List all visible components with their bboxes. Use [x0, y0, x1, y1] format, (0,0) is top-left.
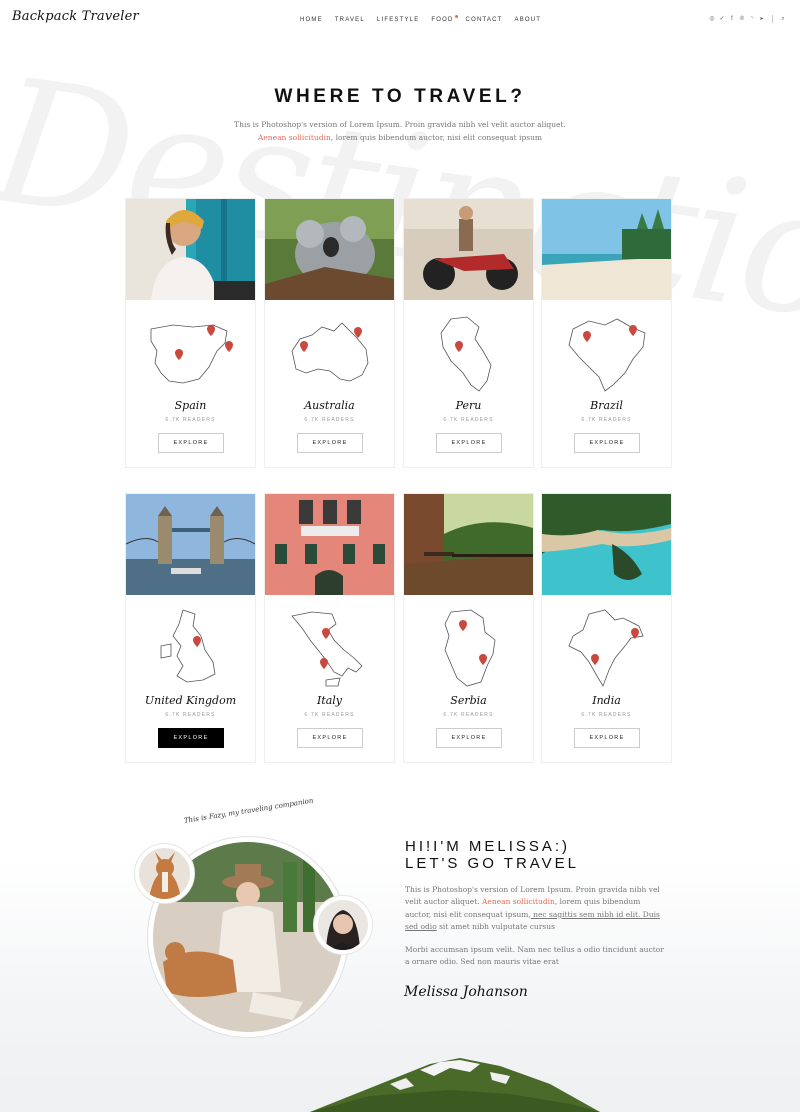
explore-button[interactable]: EXPLORE: [574, 728, 640, 748]
nav-home[interactable]: HOME: [300, 17, 323, 23]
readers-count: 6.7K READERS: [165, 712, 216, 718]
brazil-map: [568, 318, 646, 392]
explore-button[interactable]: EXPLORE: [297, 728, 363, 748]
readers-count: 6.7K READERS: [165, 417, 216, 423]
serbia-map: [444, 609, 496, 687]
signature: Melissa Johanson: [404, 984, 528, 1000]
nav-food[interactable]: FOOD: [431, 15, 458, 23]
country-name: India: [592, 694, 621, 707]
destination-card-italy: Italy 6.7K READERS EXPLORE: [264, 493, 395, 763]
card-photo[interactable]: [265, 199, 394, 300]
readers-count: 6.7K READERS: [581, 712, 632, 718]
facebook-icon[interactable]: f: [729, 15, 735, 23]
section-description: This is Photoshop's version of Lorem Ips…: [200, 118, 600, 144]
readers-count: 6.7K READERS: [581, 417, 632, 423]
country-name: Australia: [304, 399, 355, 412]
spain-map: [150, 324, 233, 384]
site-header: Backpack Traveler HOME TRAVEL LIFESTYLE …: [0, 0, 800, 42]
about-title: HI!I'M MELISSA:) LET'S GO TRAVEL: [405, 838, 579, 872]
site-logo[interactable]: Backpack Traveler: [12, 9, 139, 24]
destination-card-peru: Peru 6.7K READERS EXPLORE: [403, 198, 534, 468]
readers-count: 6.7K READERS: [304, 417, 355, 423]
explore-button[interactable]: EXPLORE: [436, 433, 502, 453]
readers-count: 6.7K READERS: [304, 712, 355, 718]
explore-button[interactable]: EXPLORE: [436, 728, 502, 748]
card-photo[interactable]: [542, 199, 671, 300]
about-title-line-1: HI!I'M MELISSA:): [405, 838, 571, 855]
about-p1-c: sit amet nibh vulputate cursus: [436, 922, 555, 932]
explore-button[interactable]: EXPLORE: [297, 433, 363, 453]
dog-photo: [139, 848, 190, 899]
explore-button[interactable]: EXPLORE: [158, 728, 224, 748]
nav-about[interactable]: ABOUT: [515, 17, 542, 23]
card-photo[interactable]: [542, 494, 671, 595]
new-dot: [454, 15, 458, 18]
destination-card-australia: Australia 6.7K READERS EXPLORE: [264, 198, 395, 468]
country-name: Italy: [316, 694, 343, 707]
mountain-image: [310, 1058, 600, 1112]
portrait-photo-circle: [313, 895, 373, 955]
section-title: WHERE TO TRAVEL?: [274, 86, 526, 107]
about-paragraph-1: This is Photoshop's version of Lorem Ips…: [405, 884, 667, 934]
destination-card-india: India 6.7K READERS EXPLORE: [541, 493, 672, 763]
nav-contact[interactable]: CONTACT: [466, 17, 503, 23]
desc-rest: , lorem quis bibendum auctor, nisi elit …: [330, 133, 543, 142]
readers-count: 6.7K READERS: [443, 712, 494, 718]
desc-line-2: Aenean sollicitudin, lorem quis bibendum…: [200, 131, 600, 144]
about-link[interactable]: Aenean sollicitudin: [482, 897, 555, 906]
country-name: Spain: [174, 399, 207, 412]
search-icon[interactable]: ⌕: [780, 15, 786, 23]
destination-card-serbia: Serbia 6.7K READERS EXPLORE: [403, 493, 534, 763]
card-photo[interactable]: [126, 494, 255, 595]
explore-button[interactable]: EXPLORE: [574, 433, 640, 453]
youtube-icon[interactable]: ▸: [759, 15, 765, 23]
peru-map: [440, 316, 492, 392]
nav-lifestyle[interactable]: LIFESTYLE: [377, 17, 419, 23]
destination-card-brazil: Brazil 6.7K READERS EXPLORE: [541, 198, 672, 468]
explore-button[interactable]: EXPLORE: [158, 433, 224, 453]
nav-travel[interactable]: TRAVEL: [335, 17, 365, 23]
country-name: Peru: [455, 399, 482, 412]
rss-icon[interactable]: ◝: [749, 15, 755, 23]
card-photo[interactable]: [265, 494, 394, 595]
india-map: [568, 609, 644, 687]
card-photo[interactable]: [404, 199, 533, 300]
photo-caption: This is Fazy, my traveling companion: [183, 796, 314, 825]
about-text: This is Photoshop's version of Lorem Ips…: [405, 884, 667, 978]
country-name: Serbia: [450, 694, 487, 707]
twitter-icon[interactable]: ✓: [719, 15, 725, 23]
main-nav: HOME TRAVEL LIFESTYLE FOOD CONTACT ABOUT: [300, 15, 542, 23]
instagram-icon[interactable]: ◎: [709, 15, 715, 23]
italy-map: [291, 611, 363, 687]
destination-card-spain: Spain 6.7K READERS EXPLORE: [125, 198, 256, 468]
desc-line-1: This is Photoshop's version of Lorem Ips…: [234, 120, 566, 129]
australia-map: [291, 322, 369, 382]
card-photo[interactable]: [126, 199, 255, 300]
portrait-photo: [318, 900, 368, 950]
about-title-line-2: LET'S GO TRAVEL: [405, 855, 580, 872]
divider: [772, 15, 773, 23]
desc-link[interactable]: Aenean sollicitudin: [258, 133, 331, 142]
about-paragraph-2: Morbi accumsan ipsum velit. Nam nec tell…: [405, 944, 664, 967]
readers-count: 6.7K READERS: [443, 417, 494, 423]
destination-card-united-kingdom: United Kingdom 6.7K READERS EXPLORE: [125, 493, 256, 763]
nav-food-label: FOOD: [431, 17, 454, 23]
card-photo[interactable]: [404, 494, 533, 595]
dog-photo-circle: [134, 843, 195, 904]
social-links: ◎ ✓ f ℗ ◝ ▸ ⌕: [709, 15, 786, 23]
uk-map: [160, 609, 216, 683]
country-name: United Kingdom: [144, 694, 237, 707]
pinterest-icon[interactable]: ℗: [739, 15, 745, 23]
country-name: Brazil: [590, 399, 623, 412]
